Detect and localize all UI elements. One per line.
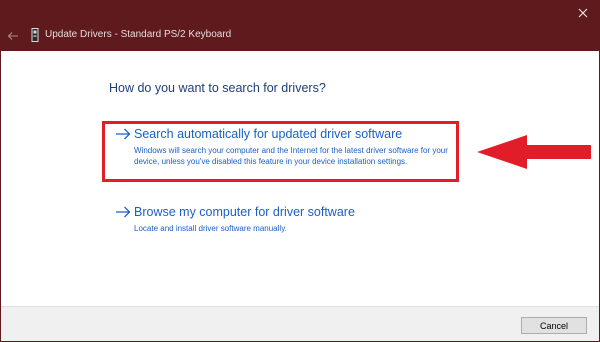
pointer-arrow-icon (477, 135, 591, 169)
search-automatically-option[interactable]: Search automatically for updated driver … (115, 127, 455, 179)
close-button[interactable] (573, 3, 593, 23)
cancel-button[interactable]: Cancel (521, 317, 587, 334)
title-bar: Update Drivers - Standard PS/2 Keyboard (1, 1, 599, 51)
close-icon (578, 8, 588, 18)
window-title: Update Drivers - Standard PS/2 Keyboard (45, 29, 232, 40)
back-button[interactable] (6, 29, 20, 43)
back-arrow-icon (7, 32, 18, 40)
browse-computer-option[interactable]: Browse my computer for driver software L… (115, 205, 455, 235)
page-heading: How do you want to search for drivers? (109, 81, 326, 95)
option-description: Locate and install driver software manua… (134, 224, 287, 233)
right-arrow-icon (116, 206, 131, 218)
option-title: Search automatically for updated driver … (134, 127, 403, 141)
keyboard-device-icon (31, 28, 39, 42)
right-arrow-icon (116, 128, 131, 140)
update-drivers-dialog: Update Drivers - Standard PS/2 Keyboard … (0, 0, 600, 342)
dialog-footer: Cancel (1, 306, 599, 341)
option-description: Windows will search your computer and th… (134, 146, 448, 166)
option-title: Browse my computer for driver software (134, 205, 355, 219)
